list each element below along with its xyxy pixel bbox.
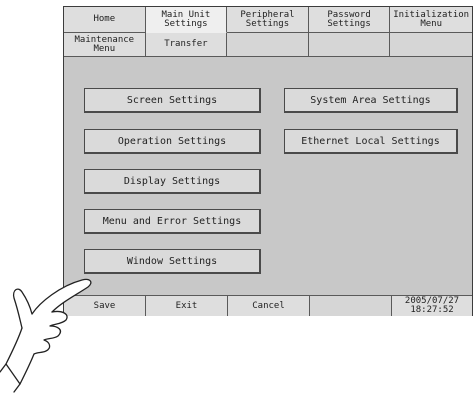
tab-peripheral-settings[interactable]: Peripheral Settings bbox=[227, 7, 309, 33]
tab-row-main: Home Main Unit Settings Peripheral Setti… bbox=[64, 7, 472, 33]
ethernet-local-settings-button[interactable]: Ethernet Local Settings bbox=[284, 129, 458, 154]
bottom-bar: Save Exit Cancel 2005/07/27 18:27:52 bbox=[64, 295, 472, 316]
tab-initialization-menu[interactable]: Initialization Menu bbox=[390, 7, 472, 33]
tab-transfer[interactable]: Transfer bbox=[145, 33, 228, 57]
exit-button[interactable]: Exit bbox=[146, 296, 228, 316]
menu-and-error-settings-button[interactable]: Menu and Error Settings bbox=[84, 209, 261, 234]
window-settings-button[interactable]: Window Settings bbox=[84, 249, 261, 274]
tab-maintenance-menu[interactable]: Maintenance Menu bbox=[64, 33, 146, 57]
tab-home[interactable]: Home bbox=[64, 7, 146, 33]
operation-settings-button[interactable]: Operation Settings bbox=[84, 129, 261, 154]
tab-main-unit-settings[interactable]: Main Unit Settings bbox=[145, 7, 228, 33]
tab-password-settings[interactable]: Password Settings bbox=[308, 7, 391, 33]
display-settings-button[interactable]: Display Settings bbox=[84, 169, 261, 194]
tab-empty-1 bbox=[227, 33, 309, 57]
screen-settings-button[interactable]: Screen Settings bbox=[84, 88, 261, 113]
tab-empty-2 bbox=[308, 33, 391, 57]
datetime-display: 2005/07/27 18:27:52 bbox=[392, 296, 472, 316]
tab-empty-3 bbox=[390, 33, 472, 57]
cancel-button[interactable]: Cancel bbox=[228, 296, 310, 316]
system-area-settings-button[interactable]: System Area Settings bbox=[284, 88, 458, 113]
pointing-hand-icon bbox=[0, 278, 92, 393]
settings-panel: Screen Settings Operation Settings Displ… bbox=[64, 57, 472, 281]
bottom-empty-slot bbox=[310, 296, 392, 316]
tab-row-secondary: Maintenance Menu Transfer bbox=[64, 33, 472, 57]
settings-screen: Home Main Unit Settings Peripheral Setti… bbox=[63, 6, 473, 316]
